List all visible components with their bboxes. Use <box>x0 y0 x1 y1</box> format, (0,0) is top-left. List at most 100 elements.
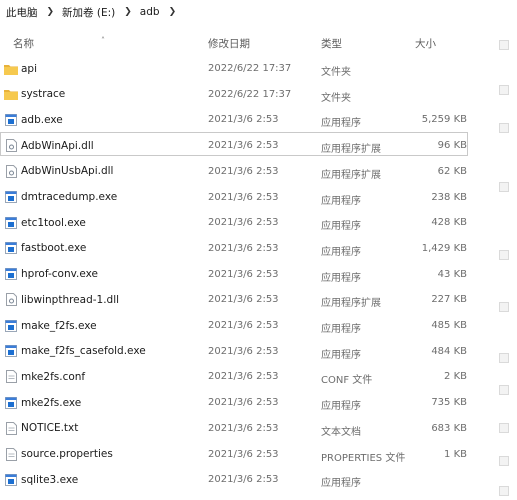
file-size: 96 KB <box>437 140 467 152</box>
table-row[interactable]: api 2022/6/22 17:37 文件夹 <box>0 56 517 81</box>
dll-icon <box>4 293 18 307</box>
breadcrumb-item-this-pc[interactable]: 此电脑 <box>6 5 38 20</box>
file-name-cell[interactable]: systrace <box>4 85 65 104</box>
file-icon <box>4 447 18 461</box>
breadcrumb-item-drive-e[interactable]: 新加卷 (E:) <box>62 5 115 20</box>
scrollbar-square <box>499 250 509 260</box>
breadcrumb: 此电脑 ❯ 新加卷 (E:) ❯ adb ❯ <box>0 0 517 24</box>
file-name-cell[interactable]: sqlite3.exe <box>4 470 78 489</box>
table-row[interactable]: make_f2fs.exe 2021/3/6 2:53 应用程序 485 KB <box>0 313 517 338</box>
exe-icon <box>4 216 18 230</box>
table-row[interactable]: AdbWinApi.dll 2021/3/6 2:53 应用程序扩展 96 KB <box>0 132 517 158</box>
file-name-cell[interactable]: adb.exe <box>4 110 63 129</box>
exe-icon <box>4 241 18 255</box>
scrollbar-square <box>499 385 509 395</box>
table-row[interactable]: systrace 2022/6/22 17:37 文件夹 <box>0 82 517 107</box>
file-size: 2 KB <box>444 371 467 383</box>
file-name: adb.exe <box>21 113 63 126</box>
file-name: mke2fs.conf <box>21 370 86 383</box>
file-date: 2021/3/6 2:53 <box>208 268 279 280</box>
file-type: 应用程序扩展 <box>321 144 381 156</box>
table-row[interactable]: etc1tool.exe 2021/3/6 2:53 应用程序 428 KB <box>0 210 517 235</box>
file-name: dmtracedump.exe <box>21 191 118 203</box>
file-date: 2021/3/6 2:53 <box>208 217 279 229</box>
file-name: mke2fs.exe <box>21 396 82 409</box>
scrollbar-square <box>499 123 509 133</box>
file-name-cell[interactable]: mke2fs.conf <box>4 367 85 386</box>
file-type: PROPERTIES 文件 <box>321 452 406 464</box>
scrollbar-square <box>499 456 509 466</box>
file-name-cell[interactable]: AdbWinUsbApi.dll <box>4 162 113 181</box>
file-name-cell[interactable]: make_f2fs.exe <box>4 316 97 335</box>
file-name: api <box>21 62 38 75</box>
chevron-right-icon[interactable]: ❯ <box>124 7 132 17</box>
sort-ascending-icon: ˄ <box>101 36 105 45</box>
file-name-cell[interactable]: source.properties <box>4 445 113 464</box>
table-row[interactable]: AdbWinUsbApi.dll 2021/3/6 2:53 应用程序扩展 62 KB <box>0 159 517 184</box>
file-name-cell[interactable]: fastboot.exe <box>4 239 86 258</box>
table-row[interactable]: fastboot.exe 2021/3/6 2:53 应用程序 1,429 KB <box>0 236 517 261</box>
file-date: 2021/3/6 2:53 <box>208 422 279 434</box>
folder-icon <box>4 62 18 76</box>
file-name-cell[interactable]: libwinpthread-1.dll <box>4 290 119 309</box>
breadcrumb-item-adb[interactable]: adb <box>140 6 160 18</box>
chevron-right-icon[interactable]: ❯ <box>169 7 177 17</box>
file-type: 应用程序 <box>321 401 361 413</box>
file-type: CONF 文件 <box>321 375 373 387</box>
file-size: 428 KB <box>431 217 467 229</box>
file-size: 227 KB <box>431 294 467 306</box>
column-header-name[interactable]: 名称 <box>13 36 34 51</box>
chevron-right-icon[interactable]: ❯ <box>47 7 55 17</box>
scrollbar[interactable] <box>499 40 511 496</box>
file-type: 应用程序 <box>321 221 361 233</box>
file-type: 应用程序 <box>321 272 361 284</box>
column-header-size[interactable]: 大小 <box>415 36 436 51</box>
file-type: 文件夹 <box>321 67 351 78</box>
table-row[interactable]: libwinpthread-1.dll 2021/3/6 2:53 应用程序扩展 22… <box>0 287 517 312</box>
table-row[interactable]: make_f2fs_casefold.exe 2021/3/6 2:53 应用程序 4… <box>0 339 517 364</box>
file-name: etc1tool.exe <box>21 216 86 229</box>
file-icon <box>4 370 18 384</box>
dll-icon <box>4 164 18 178</box>
table-row[interactable]: dmtracedump.exe 2021/3/6 2:53 应用程序 238 KB <box>0 185 517 210</box>
file-type: 文本文档 <box>321 426 361 438</box>
column-header-type[interactable]: 类型 <box>321 36 342 51</box>
file-name: fastboot.exe <box>21 242 87 255</box>
file-type: 应用程序 <box>321 324 361 335</box>
scrollbar-square <box>499 85 509 95</box>
table-row[interactable]: sqlite3.exe 2021/3/6 2:53 应用程序 <box>0 467 517 492</box>
file-name-cell[interactable]: dmtracedump.exe <box>4 188 117 207</box>
table-row[interactable]: NOTICE.txt 2021/3/6 2:53 文本文档 683 KB <box>0 416 517 441</box>
table-row[interactable]: mke2fs.exe 2021/3/6 2:53 应用程序 735 KB <box>0 390 517 415</box>
file-icon <box>4 421 18 435</box>
file-date: 2021/3/6 2:53 <box>208 371 279 383</box>
scrollbar-square <box>499 182 509 192</box>
file-name-cell[interactable]: api <box>4 59 37 78</box>
file-name-cell[interactable]: etc1tool.exe <box>4 213 86 232</box>
file-type: 文件夹 <box>321 92 351 104</box>
file-date: 2021/3/6 2:53 <box>208 191 279 203</box>
file-type: 应用程序 <box>321 246 361 258</box>
file-name-cell[interactable]: mke2fs.exe <box>4 393 81 412</box>
table-row[interactable]: hprof-conv.exe 2021/3/6 2:53 应用程序 43 KB <box>0 262 517 287</box>
file-type: 应用程序 <box>321 195 361 207</box>
file-name-cell[interactable]: hprof-conv.exe <box>4 265 98 284</box>
file-date: 2021/3/6 2:53 <box>208 320 279 331</box>
file-name: libwinpthread-1.dll <box>21 293 120 306</box>
column-header-row: 名称 ˄ 修改日期 类型 大小 <box>0 32 517 54</box>
file-type: 应用程序扩展 <box>321 169 381 181</box>
table-row[interactable]: mke2fs.conf 2021/3/6 2:53 CONF 文件 2 KB <box>0 364 517 389</box>
scrollbar-square <box>499 353 509 363</box>
file-size: 5,259 KB <box>421 114 467 126</box>
exe-icon <box>4 113 18 127</box>
file-name-cell[interactable]: NOTICE.txt <box>4 419 78 438</box>
file-name-cell[interactable]: AdbWinApi.dll <box>4 136 94 155</box>
scrollbar-square <box>499 302 509 312</box>
column-header-date[interactable]: 修改日期 <box>208 36 250 51</box>
file-name-cell[interactable]: make_f2fs_casefold.exe <box>4 342 146 361</box>
table-row[interactable]: source.properties 2021/3/6 2:53 PROPERTIES… <box>0 442 517 467</box>
file-name: AdbWinApi.dll <box>21 139 94 152</box>
file-size: 62 KB <box>437 165 467 177</box>
table-row[interactable]: adb.exe 2021/3/6 2:53 应用程序 5,259 KB <box>0 107 517 132</box>
scrollbar-square <box>499 40 509 50</box>
